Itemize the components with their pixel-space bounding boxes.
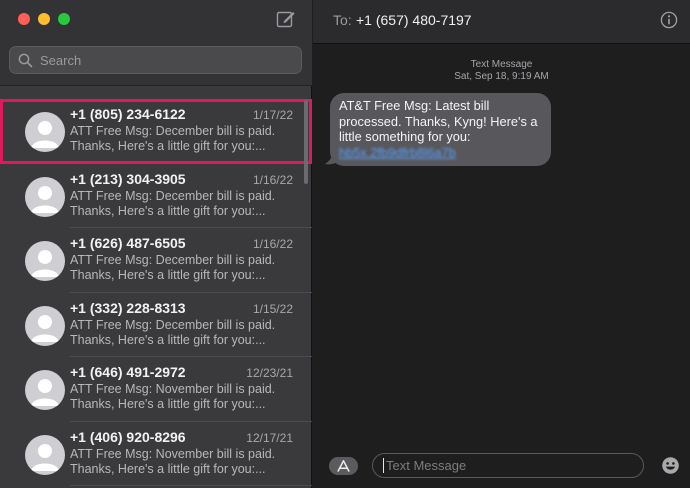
conversation-preview: ATT Free Msg: December bill is paid. Tha… — [70, 318, 285, 348]
conversation-preview: ATT Free Msg: November bill is paid. Tha… — [70, 382, 285, 412]
conversation-item-selected[interactable]: +1 (805) 234-6122 1/17/22 ATT Free Msg: … — [0, 99, 312, 164]
message-text: AT&T Free Msg: Latest bill processed. Th… — [339, 98, 538, 144]
conversation-date: 1/16/22 — [252, 172, 293, 187]
incoming-message-bubble[interactable]: AT&T Free Msg: Latest bill processed. Th… — [330, 93, 551, 166]
conversation-pane: To: +1 (657) 480-7197 Text Message Sat, … — [313, 0, 690, 488]
preview-line-2: Thanks, Here's a little gift for you:... — [70, 268, 266, 282]
conversation-preview: ATT Free Msg: December bill is paid. Tha… — [70, 253, 285, 283]
conversation-preview: ATT Free Msg: December bill is paid. Tha… — [70, 189, 285, 219]
compose-icon[interactable] — [276, 10, 296, 28]
to-label: To: — [333, 12, 352, 28]
conversation-name: +1 (406) 920-8296 — [70, 428, 186, 445]
person-icon — [31, 443, 59, 471]
preview-line-2: Thanks, Here's a little gift for you:... — [70, 203, 266, 218]
conversation-list: +1 (805) 234-6122 1/17/22 ATT Free Msg: … — [0, 99, 312, 486]
emoji-icon[interactable] — [661, 456, 680, 475]
search-placeholder: Search — [40, 52, 82, 68]
person-icon — [31, 250, 59, 277]
text-caret — [383, 458, 384, 473]
zoom-window-button[interactable] — [58, 13, 70, 25]
message-link[interactable]: hb5x.2fb9dfrb8l6a7b — [339, 145, 456, 160]
conversation-date: 1/16/22 — [252, 237, 293, 251]
conversation-item[interactable]: +1 (406) 920-8296 12/17/21 ATT Free Msg:… — [0, 422, 312, 486]
avatar — [25, 241, 65, 281]
preview-line-2: Thanks, Here's a little gift for you:... — [70, 332, 266, 347]
conversation-name: +1 (646) 491-2972 — [70, 364, 186, 380]
avatar — [25, 305, 65, 346]
conversation-name: +1 (626) 487-6505 — [70, 235, 186, 251]
person-icon — [31, 185, 59, 213]
info-icon[interactable] — [660, 11, 678, 29]
minimize-window-button[interactable] — [38, 13, 50, 25]
conversation-date: 1/15/22 — [252, 301, 293, 316]
search-icon — [18, 53, 33, 67]
person-icon — [31, 379, 59, 406]
conversation-preview: ATT Free Msg: December bill is paid. Tha… — [70, 124, 285, 154]
conversation-date: 12/17/21 — [246, 430, 293, 445]
conversation-item[interactable]: +1 (213) 304-3905 1/16/22 ATT Free Msg: … — [0, 164, 312, 228]
preview-line-1: ATT Free Msg: December bill is paid. — [70, 188, 276, 203]
search-field[interactable]: Search — [9, 46, 302, 74]
message-timestamp-type: Text Message — [470, 59, 533, 70]
conversation-name: +1 (805) 234-6122 — [70, 106, 186, 122]
divider — [70, 485, 312, 486]
preview-line-1: ATT Free Msg: December bill is paid. — [70, 253, 276, 267]
sidebar-scrollbar[interactable] — [304, 100, 308, 184]
preview-line-1: ATT Free Msg: December bill is paid. — [70, 124, 276, 138]
close-window-button[interactable] — [18, 13, 30, 25]
conversation-date: 12/23/21 — [246, 366, 293, 380]
preview-line-1: ATT Free Msg: November bill is paid. — [70, 446, 276, 461]
app-store-button[interactable] — [329, 457, 358, 475]
conversation-item[interactable]: +1 (646) 491-2972 12/23/21 ATT Free Msg:… — [0, 357, 312, 422]
message-input-placeholder: Text Message — [386, 458, 467, 473]
person-icon — [31, 314, 59, 342]
preview-line-2: Thanks, Here's a little gift for you:... — [70, 397, 266, 411]
preview-line-1: ATT Free Msg: December bill is paid. — [70, 317, 276, 332]
conversation-name: +1 (213) 304-3905 — [70, 170, 186, 187]
conversation-header: To: +1 (657) 480-7197 — [313, 0, 690, 44]
avatar — [25, 176, 65, 217]
sidebar-toolbar: Search — [0, 0, 312, 86]
conversation-item[interactable]: +1 (626) 487-6505 1/16/22 ATT Free Msg: … — [0, 228, 312, 293]
conversation-preview: ATT Free Msg: November bill is paid. Tha… — [70, 447, 285, 477]
avatar — [25, 112, 65, 152]
conversation-item[interactable]: +1 (332) 228-8313 1/15/22 ATT Free Msg: … — [0, 293, 312, 357]
message-timestamp-date: Sat, Sep 18, 9:19 AM — [454, 71, 549, 82]
avatar — [25, 370, 65, 410]
conversation-sidebar: Search +1 (805) 234-6122 1/17/22 ATT Fre… — [0, 0, 312, 488]
preview-line-2: Thanks, Here's a little gift for you:... — [70, 461, 266, 476]
conversation-name: +1 (332) 228-8313 — [70, 299, 186, 316]
message-input[interactable]: Text Message — [372, 453, 644, 478]
preview-line-2: Thanks, Here's a little gift for you:... — [70, 139, 266, 153]
person-icon — [31, 121, 59, 148]
app-store-icon — [337, 460, 350, 472]
conversation-date: 1/17/22 — [252, 108, 293, 122]
recipient-field[interactable]: +1 (657) 480-7197 — [356, 12, 472, 28]
avatar — [25, 434, 65, 475]
preview-line-1: ATT Free Msg: November bill is paid. — [70, 382, 276, 396]
